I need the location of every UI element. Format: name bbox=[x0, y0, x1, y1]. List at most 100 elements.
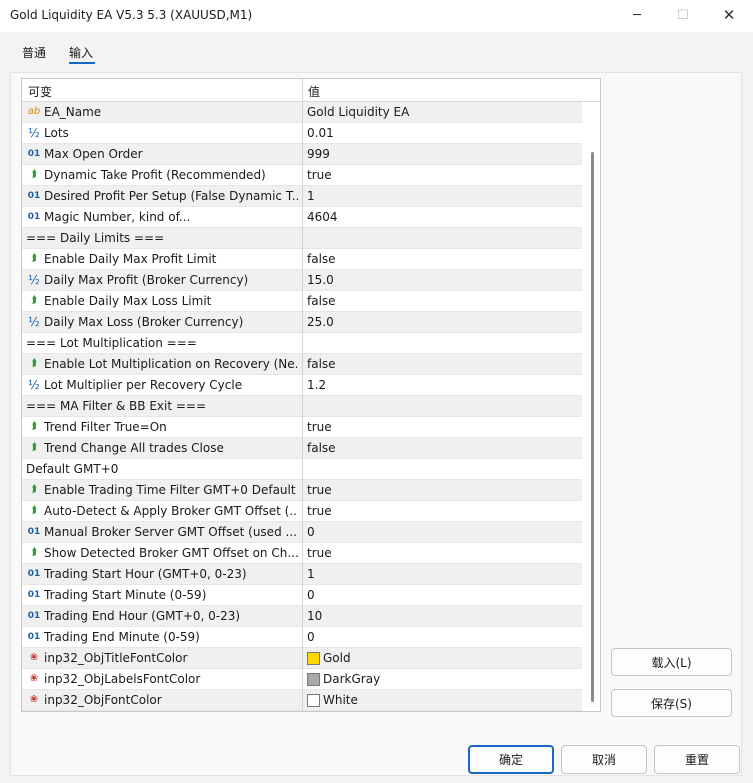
save-button[interactable]: 保存(S) bbox=[611, 689, 732, 717]
param-row[interactable]: ⮭ Auto-Detect & Apply Broker GMT Offset (… bbox=[22, 501, 582, 522]
param-value[interactable]: Gold bbox=[323, 651, 351, 665]
param-row[interactable]: 01 Trading Start Hour (GMT+0, 0-23) 1 bbox=[22, 564, 582, 585]
column-header-variable[interactable]: 可变 bbox=[28, 83, 52, 100]
row-divider bbox=[302, 627, 303, 648]
param-row[interactable]: 01 Manual Broker Server GMT Offset (used … bbox=[22, 522, 582, 543]
param-value[interactable]: 10 bbox=[307, 609, 322, 623]
param-row[interactable]: ⮭ Enable Lot Multiplication on Recovery (… bbox=[22, 354, 582, 375]
param-row[interactable]: 01 Max Open Order 999 bbox=[22, 144, 582, 165]
param-value[interactable]: DarkGray bbox=[323, 672, 380, 686]
param-row[interactable]: 01 Trading End Hour (GMT+0, 0-23) 10 bbox=[22, 606, 582, 627]
param-value[interactable]: 1 bbox=[307, 567, 315, 581]
row-divider bbox=[302, 144, 303, 165]
row-divider bbox=[302, 165, 303, 186]
param-value[interactable]: true bbox=[307, 504, 332, 518]
param-value[interactable]: Gold Liquidity EA bbox=[307, 105, 409, 119]
double-type-icon: ½ bbox=[28, 273, 40, 287]
param-row[interactable]: === Daily Limits === bbox=[22, 228, 582, 249]
reset-button[interactable]: 重置 bbox=[654, 745, 740, 774]
row-divider bbox=[302, 207, 303, 228]
param-value[interactable]: 1.2 bbox=[307, 378, 326, 392]
param-value[interactable]: White bbox=[323, 693, 358, 707]
param-value[interactable]: 0 bbox=[307, 588, 315, 602]
param-row[interactable]: 01 Desired Profit Per Setup (False Dynami… bbox=[22, 186, 582, 207]
param-row[interactable]: ½ Daily Max Profit (Broker Currency) 15.0 bbox=[22, 270, 582, 291]
param-value[interactable]: 15.0 bbox=[307, 273, 334, 287]
color-type-icon: ❀ bbox=[29, 673, 39, 684]
param-name: Default GMT+0 bbox=[26, 462, 119, 476]
param-name: === Lot Multiplication === bbox=[26, 336, 197, 350]
grid-scroll-thumb[interactable] bbox=[591, 152, 594, 702]
integer-type-icon: 01 bbox=[27, 632, 41, 642]
bool-type-icon: ⮭ bbox=[31, 442, 37, 453]
close-icon[interactable]: ✕ bbox=[706, 0, 752, 30]
param-value[interactable]: true bbox=[307, 420, 332, 434]
param-row[interactable]: Default GMT+0 bbox=[22, 459, 582, 480]
param-value[interactable]: true bbox=[307, 546, 332, 560]
param-row[interactable]: ⮭ Enable Daily Max Loss Limit false bbox=[22, 291, 582, 312]
param-row[interactable]: ⮭ Dynamic Take Profit (Recommended) true bbox=[22, 165, 582, 186]
param-row[interactable]: 01 Trading End Minute (0-59) 0 bbox=[22, 627, 582, 648]
row-divider bbox=[302, 480, 303, 501]
param-name: Enable Lot Multiplication on Recovery (N… bbox=[44, 357, 298, 371]
param-row[interactable]: 01 Trading Start Minute (0-59) 0 bbox=[22, 585, 582, 606]
color-swatch[interactable] bbox=[307, 652, 320, 665]
param-value[interactable]: false bbox=[307, 441, 336, 455]
row-divider bbox=[302, 312, 303, 333]
minimize-icon[interactable]: ─ bbox=[614, 0, 660, 30]
string-type-icon: ab bbox=[27, 106, 41, 117]
window-title: Gold Liquidity EA V5.3 5.3 (XAUUSD,M1) bbox=[10, 8, 253, 22]
param-value[interactable]: 999 bbox=[307, 147, 330, 161]
row-divider bbox=[302, 459, 303, 480]
param-value[interactable]: true bbox=[307, 483, 332, 497]
grid-scrollbar[interactable] bbox=[581, 100, 599, 710]
param-value[interactable]: false bbox=[307, 252, 336, 266]
bool-type-icon: ⮭ bbox=[31, 295, 37, 306]
color-swatch[interactable] bbox=[307, 673, 320, 686]
param-value[interactable]: 0 bbox=[307, 525, 315, 539]
param-row[interactable]: ⮭ Trend Filter True=On true bbox=[22, 417, 582, 438]
param-value[interactable]: 25.0 bbox=[307, 315, 334, 329]
row-divider bbox=[302, 648, 303, 669]
param-row[interactable]: 01 Magic Number, kind of... 4604 bbox=[22, 207, 582, 228]
integer-type-icon: 01 bbox=[27, 212, 41, 222]
param-name: Dynamic Take Profit (Recommended) bbox=[44, 168, 266, 182]
title-bar: Gold Liquidity EA V5.3 5.3 (XAUUSD,M1) ─… bbox=[0, 0, 753, 32]
param-row[interactable]: ❀ inp32_ObjTitleFontColor Gold bbox=[22, 648, 582, 669]
param-value[interactable]: 0.01 bbox=[307, 126, 334, 140]
param-row[interactable]: === MA Filter & BB Exit === bbox=[22, 396, 582, 417]
row-divider bbox=[302, 606, 303, 627]
param-row[interactable]: ab EA_Name Gold Liquidity EA bbox=[22, 102, 582, 123]
param-name: Enable Trading Time Filter GMT+0 Default bbox=[44, 483, 296, 497]
param-row[interactable]: ⮭ Show Detected Broker GMT Offset on Ch..… bbox=[22, 543, 582, 564]
param-name: inp32_ObjLabelsFontColor bbox=[44, 672, 201, 686]
row-divider bbox=[302, 333, 303, 354]
param-row[interactable]: ½ Lot Multiplier per Recovery Cycle 1.2 bbox=[22, 375, 582, 396]
param-value[interactable]: 0 bbox=[307, 630, 315, 644]
cancel-button[interactable]: 取消 bbox=[561, 745, 647, 774]
column-header-value[interactable]: 值 bbox=[308, 83, 320, 100]
load-button[interactable]: 载入(L) bbox=[611, 648, 732, 676]
param-row[interactable]: === Lot Multiplication === bbox=[22, 333, 582, 354]
param-row[interactable]: ❀ inp32_ObjFontColor White bbox=[22, 690, 582, 711]
ok-button[interactable]: 确定 bbox=[468, 745, 554, 774]
param-value[interactable]: 1 bbox=[307, 189, 315, 203]
param-value[interactable]: false bbox=[307, 294, 336, 308]
param-name: inp32_ObjTitleFontColor bbox=[44, 651, 188, 665]
param-row[interactable]: ½ Daily Max Loss (Broker Currency) 25.0 bbox=[22, 312, 582, 333]
tab-general[interactable]: 普通 bbox=[22, 44, 46, 61]
bool-type-icon: ⮭ bbox=[31, 421, 37, 432]
tab-inputs[interactable]: 输入 bbox=[69, 44, 93, 61]
row-divider bbox=[302, 585, 303, 606]
param-value[interactable]: false bbox=[307, 357, 336, 371]
param-row[interactable]: ⮭ Enable Trading Time Filter GMT+0 Defaul… bbox=[22, 480, 582, 501]
param-row[interactable]: ⮭ Trend Change All trades Close false bbox=[22, 438, 582, 459]
color-type-icon: ❀ bbox=[29, 652, 39, 663]
param-value[interactable]: true bbox=[307, 168, 332, 182]
param-value[interactable]: 4604 bbox=[307, 210, 338, 224]
param-row[interactable]: ½ Lots 0.01 bbox=[22, 123, 582, 144]
param-row[interactable]: ⮭ Enable Daily Max Profit Limit false bbox=[22, 249, 582, 270]
param-row[interactable]: ❀ inp32_ObjLabelsFontColor DarkGray bbox=[22, 669, 582, 690]
color-swatch[interactable] bbox=[307, 694, 320, 707]
row-divider bbox=[302, 291, 303, 312]
